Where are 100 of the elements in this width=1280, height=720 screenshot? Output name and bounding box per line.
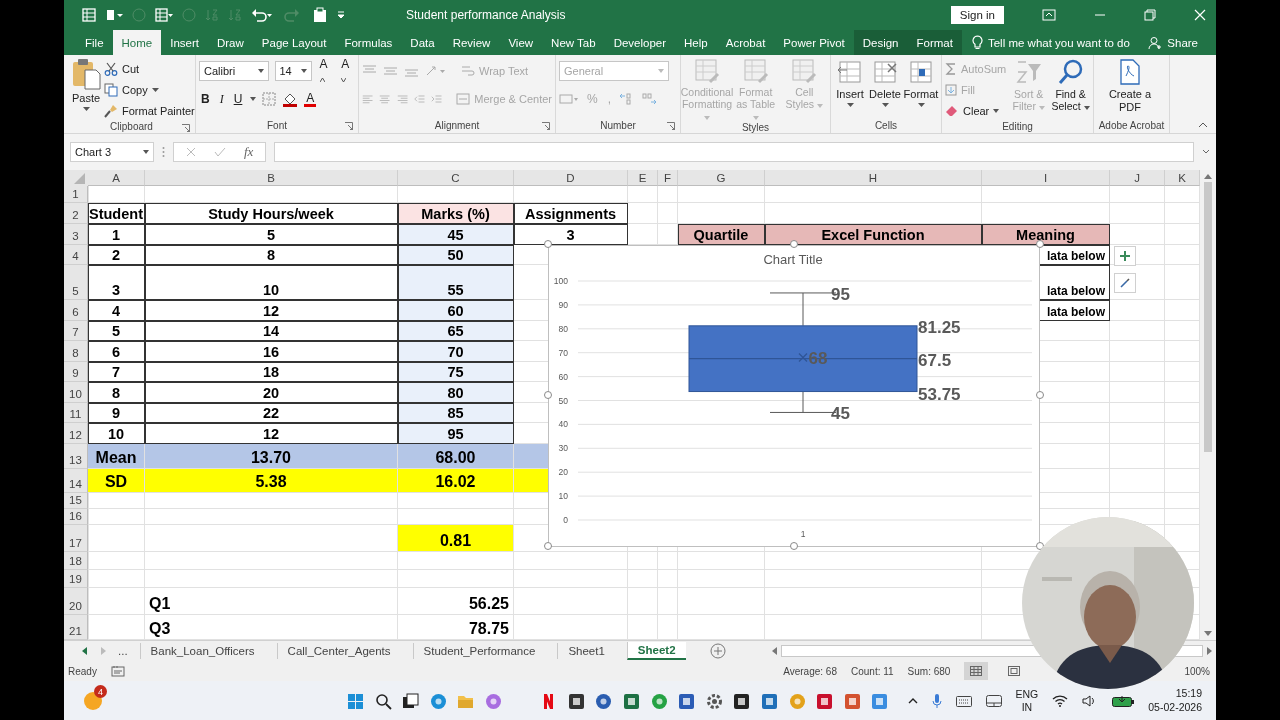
- row-header[interactable]: 1: [64, 186, 88, 203]
- row-header[interactable]: 12: [64, 423, 88, 444]
- customize-caret-icon[interactable]: [336, 10, 346, 20]
- ribbon-tab[interactable]: Acrobat: [716, 30, 775, 55]
- ribbon-tab[interactable]: Power Pivot: [774, 30, 854, 55]
- sign-in-button[interactable]: Sign in: [950, 6, 1004, 24]
- chart-area[interactable]: Chart Title 0 10 20 30 40 50 60 70 80 90 100 95 81.25 68 67.5 53.75 45 1: [548, 245, 1040, 547]
- insert-function-button[interactable]: fx: [244, 144, 254, 160]
- close-icon[interactable]: [1194, 9, 1206, 21]
- scroll-down-icon[interactable]: [1204, 630, 1212, 636]
- cells-button[interactable]: Format: [904, 58, 938, 118]
- row-header[interactable]: 13: [64, 443, 88, 469]
- status-average[interactable]: Average: 68: [783, 665, 837, 677]
- keyboard-icon[interactable]: [955, 695, 972, 707]
- normal-view-button[interactable]: [964, 662, 989, 680]
- spreadsheet-icon[interactable]: [622, 692, 640, 710]
- column-header[interactable]: D: [514, 170, 628, 186]
- store-icon[interactable]: [760, 692, 778, 710]
- pdf-icon[interactable]: [816, 692, 834, 710]
- ribbon-tab[interactable]: Design: [853, 30, 908, 55]
- ribbon-tab[interactable]: Page Layout: [252, 30, 336, 55]
- status-sum[interactable]: Sum: 680: [907, 665, 951, 677]
- cut-button[interactable]: Cut: [104, 60, 195, 78]
- row-header[interactable]: 20: [64, 587, 88, 615]
- resize-handle[interactable]: [790, 240, 798, 248]
- undo-icon[interactable]: [251, 8, 273, 22]
- search-icon[interactable]: [374, 692, 392, 710]
- assistant-icon[interactable]: [484, 692, 502, 710]
- ribbon-tab[interactable]: Home: [112, 30, 162, 55]
- launcher-icon[interactable]: [182, 124, 190, 132]
- sheet-tab[interactable]: Call_Center_Agents: [276, 643, 401, 659]
- language-indicator[interactable]: ENG IN: [1015, 687, 1039, 715]
- chevron-up-icon[interactable]: [907, 698, 918, 704]
- scroll-right-icon[interactable]: [1207, 647, 1212, 655]
- scroll-up-icon[interactable]: [1204, 174, 1212, 180]
- touchpad-icon[interactable]: [985, 695, 1002, 707]
- find-select-button[interactable]: Find & Select: [1051, 58, 1090, 120]
- ribbon-tab[interactable]: Developer: [604, 30, 676, 55]
- tell-me-search[interactable]: Tell me what you want to do: [961, 30, 1140, 55]
- font-name-field[interactable]: Calibri: [199, 61, 269, 81]
- row-header[interactable]: 2: [64, 203, 88, 224]
- launcher-icon[interactable]: [345, 122, 353, 130]
- italic-button[interactable]: I: [217, 91, 226, 107]
- ribbon-tab[interactable]: Formulas: [335, 30, 402, 55]
- sheet-icon[interactable]: [82, 8, 96, 22]
- underline-button[interactable]: U: [231, 92, 245, 106]
- row-header[interactable]: 4: [64, 244, 88, 265]
- battery-icon[interactable]: [1112, 695, 1135, 707]
- cancel-icon[interactable]: [186, 147, 196, 157]
- row-header[interactable]: 21: [64, 614, 88, 640]
- bold-button[interactable]: B: [199, 92, 212, 106]
- row-header[interactable]: 10: [64, 382, 88, 403]
- decrease-font-size-button[interactable]: A: [339, 57, 355, 85]
- row-header[interactable]: 6: [64, 300, 88, 321]
- chart-elements-button[interactable]: [1114, 246, 1136, 266]
- cells-button[interactable]: Delete: [869, 58, 901, 118]
- resize-handle[interactable]: [544, 240, 552, 248]
- status-count[interactable]: Count: 11: [851, 665, 894, 677]
- row-header[interactable]: 14: [64, 468, 88, 493]
- settings-icon[interactable]: [705, 692, 723, 710]
- browser-icon[interactable]: [788, 692, 806, 710]
- column-header[interactable]: J: [1110, 170, 1165, 186]
- chat-icon[interactable]: [650, 692, 668, 710]
- row-header[interactable]: 3: [64, 224, 88, 245]
- expand-icon[interactable]: [1202, 149, 1210, 155]
- share-button[interactable]: Share: [1148, 30, 1216, 55]
- browser-icon[interactable]: [429, 692, 447, 710]
- row-header[interactable]: 17: [64, 524, 88, 552]
- table-icon[interactable]: [155, 8, 173, 22]
- clear-button[interactable]: Clear: [945, 102, 1007, 120]
- send-icon[interactable]: [595, 692, 613, 710]
- format-painter-button[interactable]: Format Painter: [104, 102, 195, 120]
- resize-handle[interactable]: [790, 542, 798, 550]
- create-pdf-button[interactable]: Create a PDF: [1097, 58, 1163, 118]
- add-sheet-icon[interactable]: [709, 643, 726, 659]
- column-header[interactable]: C: [398, 170, 514, 186]
- document-icon[interactable]: [678, 692, 696, 710]
- sheet-tab[interactable]: Sheet1: [557, 643, 615, 659]
- column-header[interactable]: G: [678, 170, 765, 186]
- photo-icon[interactable]: [871, 692, 889, 710]
- more-sheets-button[interactable]: ...: [118, 645, 128, 657]
- zoom-level[interactable]: 100%: [1184, 665, 1210, 677]
- clipboard-icon[interactable]: [313, 7, 327, 23]
- row-header[interactable]: 7: [64, 320, 88, 341]
- name-box[interactable]: Chart 3: [70, 142, 154, 162]
- font-size-field[interactable]: 14: [274, 61, 312, 81]
- app-icon[interactable]: [733, 692, 751, 710]
- row-header[interactable]: 5: [64, 265, 88, 300]
- vertical-scrollbar[interactable]: [1200, 170, 1216, 640]
- ribbon-tab[interactable]: Review: [443, 30, 500, 55]
- check-icon[interactable]: [214, 147, 226, 157]
- row-header[interactable]: 9: [64, 361, 88, 382]
- column-header[interactable]: F: [658, 170, 678, 186]
- scroll-thumb[interactable]: [1204, 182, 1212, 452]
- caret-icon[interactable]: [250, 97, 257, 101]
- column-header[interactable]: B: [145, 170, 398, 186]
- fill-color-icon[interactable]: [282, 91, 299, 107]
- task-view-icon[interactable]: [402, 692, 420, 710]
- column-header[interactable]: H: [765, 170, 982, 186]
- restore-icon[interactable]: [1144, 9, 1156, 21]
